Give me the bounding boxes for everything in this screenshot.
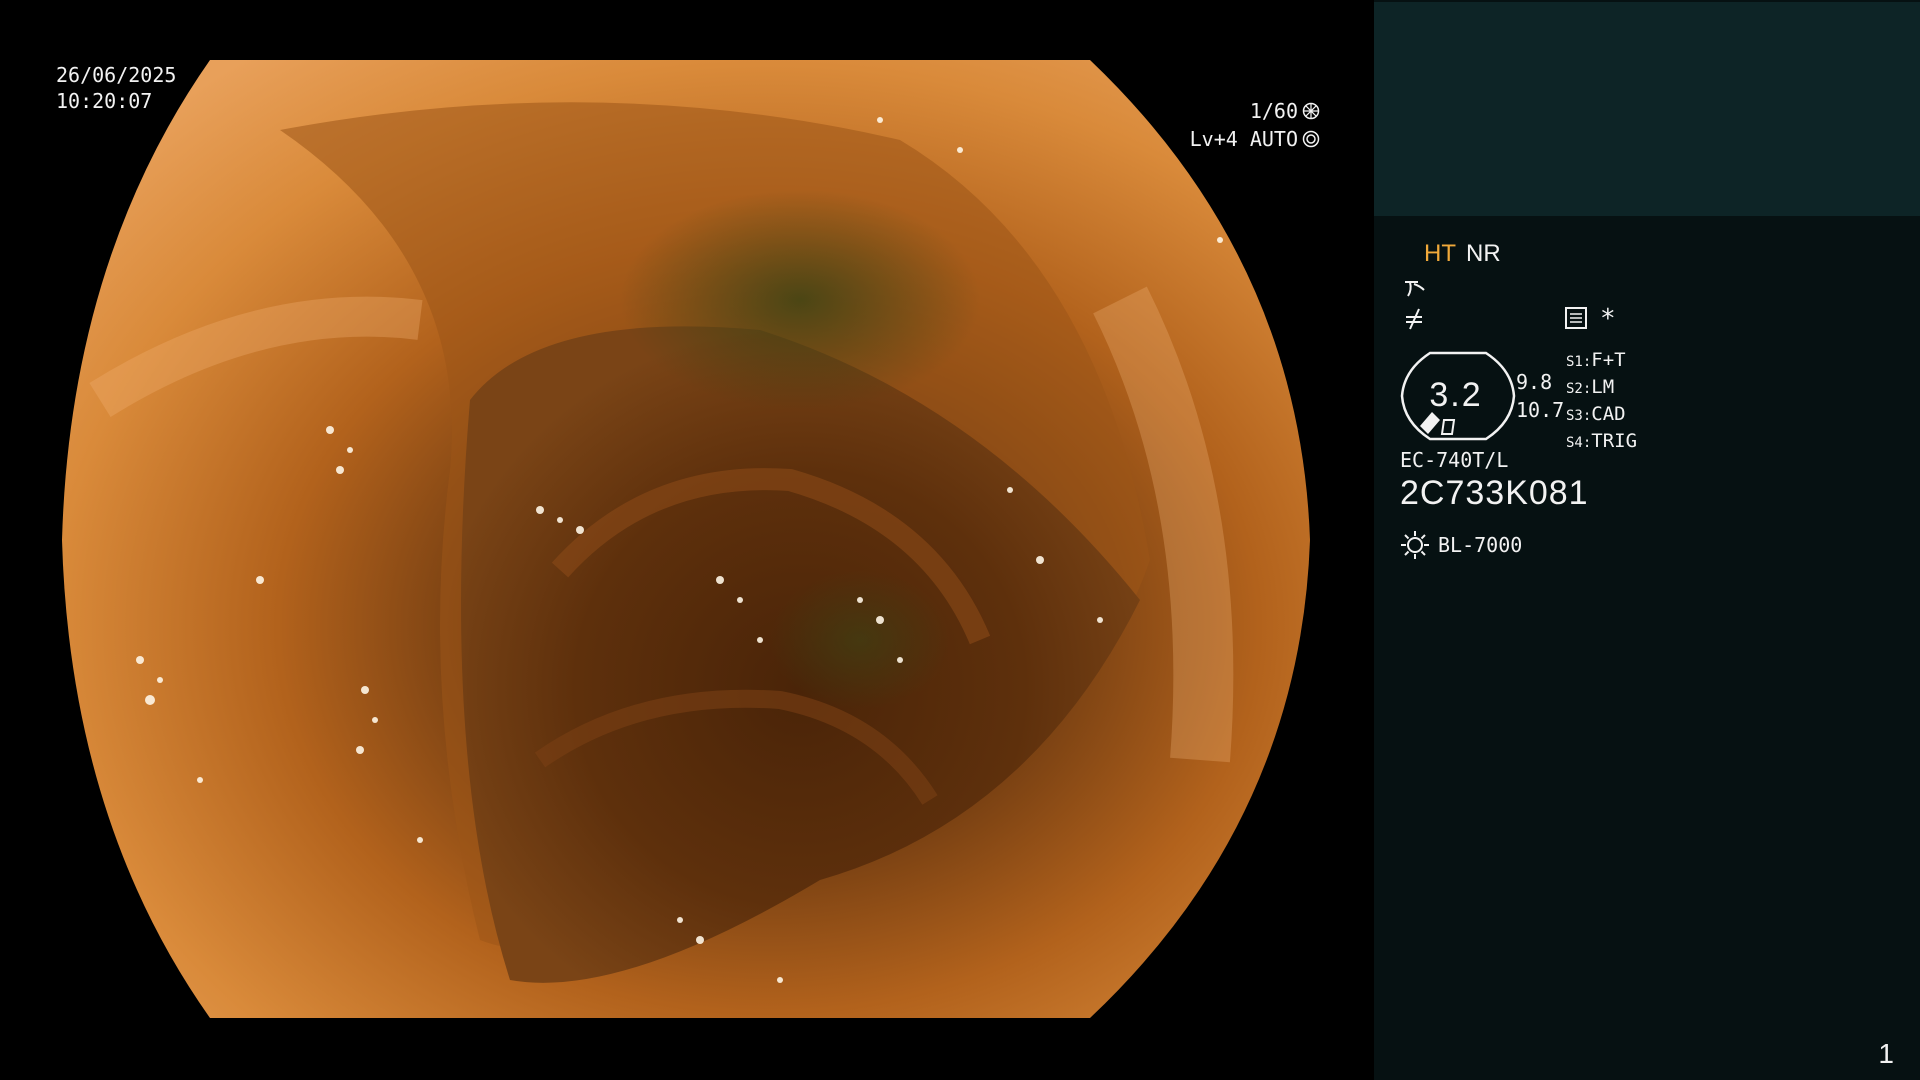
zoom-reading-b: 10.7 bbox=[1516, 398, 1565, 422]
panel-header-area bbox=[1374, 2, 1920, 216]
settings-icon bbox=[1565, 307, 1587, 329]
wave-icon bbox=[1405, 281, 1425, 297]
date-text: 26/06/2025 bbox=[56, 63, 177, 87]
time-text: 10:20:07 bbox=[56, 89, 153, 113]
switch-slot-1: S1:F+T bbox=[1566, 349, 1626, 371]
light-source-model: BL-7000 bbox=[1438, 533, 1523, 557]
switch-slot-3: S3:CAD bbox=[1566, 403, 1626, 425]
page-number: 1 bbox=[1878, 1038, 1894, 1069]
shutter-speed-text: 1/60 bbox=[1249, 99, 1298, 123]
endoscopic-image bbox=[62, 60, 1310, 1018]
switch-slot-2: S2:LM bbox=[1566, 376, 1615, 398]
info-panel: HT NR * 3.2 9.8 10.7 S1:F+T S2:LM S3:CAD … bbox=[1374, 0, 1920, 1080]
zoom-value: 3.2 bbox=[1429, 376, 1483, 414]
brightness-level-text: Lv+4 AUTO bbox=[1189, 127, 1298, 151]
endoscope-view: 26/06/2025 10:20:07 1/60 Lv+4 AUTO bbox=[0, 0, 1372, 1080]
light-source-icon bbox=[1401, 531, 1429, 559]
ht-mode-label: HT bbox=[1424, 240, 1456, 267]
nr-mode-label: NR bbox=[1466, 240, 1501, 267]
date-time-readout: 26/06/2025 10:20:07 bbox=[56, 62, 176, 114]
switch-assignments: S1:F+T S2:LM S3:CAD S4:TRIG bbox=[1566, 348, 1637, 456]
switch-slot-4: S4:TRIG bbox=[1566, 430, 1638, 452]
aperture-icon bbox=[1302, 102, 1320, 120]
filter-icon bbox=[1406, 308, 1422, 330]
zoom-reading-a: 9.8 bbox=[1516, 370, 1553, 394]
auto-iris-icon bbox=[1302, 130, 1320, 148]
star-indicator: * bbox=[1600, 304, 1616, 334]
scope-model: EC-740T/L bbox=[1400, 448, 1509, 472]
scope-serial: 2C733K081 bbox=[1400, 474, 1589, 512]
image-mode-indicator: HT NR bbox=[1424, 240, 1501, 268]
exposure-readout: 1/60 Lv+4 AUTO bbox=[1190, 97, 1320, 153]
